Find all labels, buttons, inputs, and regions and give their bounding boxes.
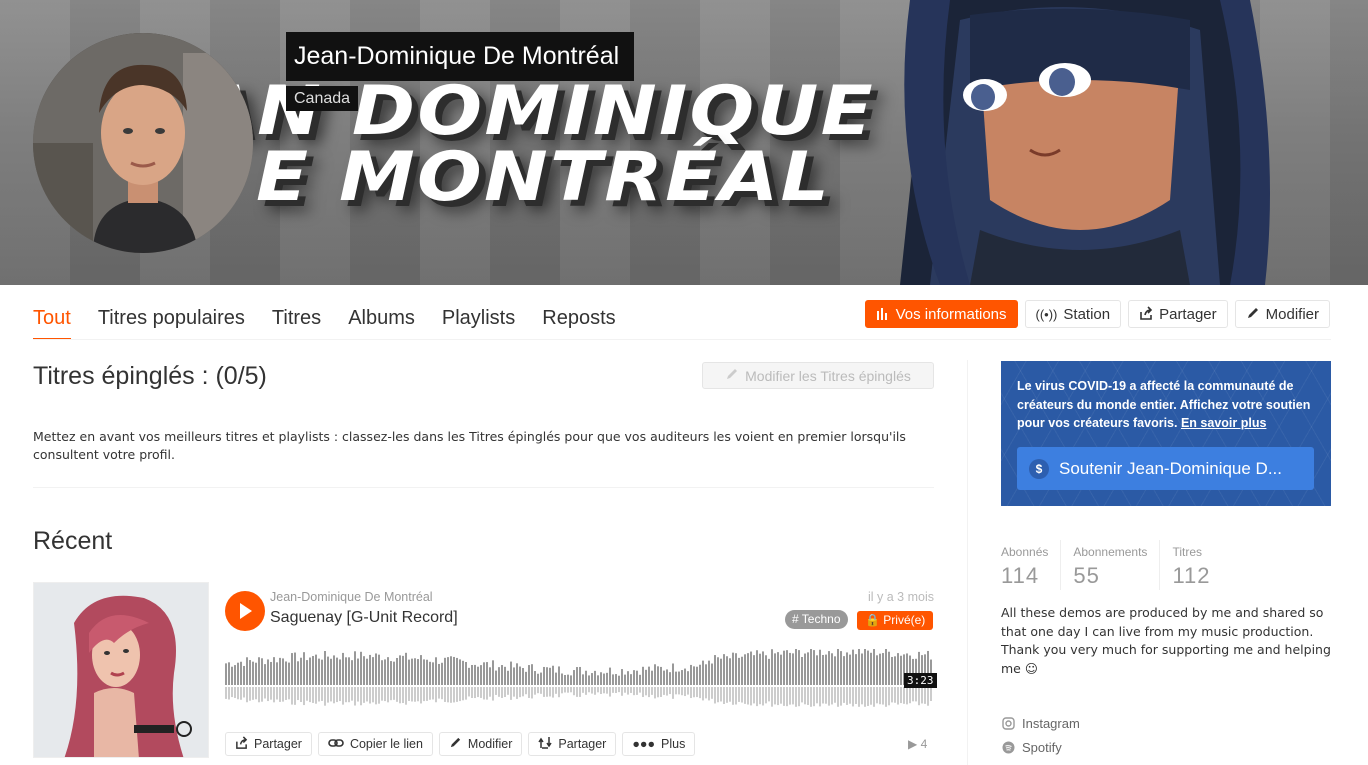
private-label: Privé(e) (883, 613, 926, 627)
dollar-icon: $ (1029, 458, 1049, 479)
insights-button[interactable]: Vos informations (864, 300, 1018, 328)
share-button[interactable]: Partager (1128, 300, 1228, 328)
copy-link-label: Copier le lien (349, 737, 423, 751)
edit-profile-button[interactable]: Modifier (1234, 300, 1330, 328)
stat-followers[interactable]: Abonnés 114 (1001, 540, 1062, 590)
learn-more-link[interactable]: En savoir plus (1181, 416, 1266, 430)
play-button[interactable] (225, 591, 265, 631)
repost-icon (538, 736, 553, 752)
tab-reposts[interactable]: Reposts (542, 300, 615, 340)
more-icon: ●●● (632, 737, 655, 751)
profile-avatar[interactable] (33, 33, 253, 253)
link-instagram[interactable]: Instagram (1002, 711, 1080, 735)
profile-banner: AN DOMINIQUE E MONTRÉAL Jean-Dominique D… (0, 0, 1368, 285)
track-waveform[interactable] (225, 641, 934, 709)
stat-value: 112 (1172, 563, 1211, 588)
track-title[interactable]: Saguenay [G-Unit Record] (270, 609, 458, 627)
insights-label: Vos informations (895, 305, 1007, 323)
track-share-label: Partager (254, 737, 302, 751)
link-spotify[interactable]: Spotify (1002, 735, 1080, 759)
tab-all[interactable]: Tout (33, 300, 71, 340)
stat-label: Titres (1172, 545, 1202, 559)
profile-username: Jean-Dominique De Montréal (286, 32, 635, 81)
track-duration: 3:23 (904, 673, 937, 688)
recent-title: Récent (33, 527, 113, 555)
covid-message: Le virus COVID-19 a affecté la communaut… (1017, 377, 1317, 433)
play-count-icon: ▶ (908, 737, 918, 751)
pencil-icon (1246, 306, 1260, 323)
section-divider (33, 487, 934, 488)
stat-label: Abonnés (1001, 545, 1049, 559)
profile-actions: Vos informations ((•)) Station Partager … (864, 300, 1330, 328)
tab-popular-tracks[interactable]: Titres populaires (98, 300, 245, 340)
pencil-icon (449, 736, 462, 752)
profile-stats: Abonnés 114 Abonnements 55 Titres 112 (1001, 540, 1235, 590)
more-button[interactable]: ●●● Plus (622, 732, 696, 756)
pinned-description: Mettez en avant vos meilleurs titres et … (33, 429, 906, 462)
lock-icon: 🔒 (865, 613, 880, 627)
genre-tag[interactable]: # Techno (785, 610, 848, 629)
edit-pinned-button[interactable]: Modifier les Titres épinglés (702, 362, 934, 389)
link-label: Instagram (1022, 715, 1080, 731)
pencil-icon (725, 367, 739, 384)
more-label: Plus (661, 737, 686, 751)
track-edit-button[interactable]: Modifier (438, 732, 523, 756)
broadcast-icon: ((•)) (1035, 306, 1058, 322)
copy-link-button[interactable]: Copier le lien (317, 732, 433, 756)
stat-tracks[interactable]: Titres 112 (1172, 540, 1222, 590)
tab-albums[interactable]: Albums (348, 300, 415, 340)
support-artist-button[interactable]: $ Soutenir Jean-Dominique D... (1017, 447, 1314, 490)
station-label: Station (1063, 305, 1111, 323)
social-links: Instagram Spotify (1002, 711, 1080, 759)
profile-bio: All these demos are produced by me and s… (1001, 605, 1331, 676)
track-artist[interactable]: Jean-Dominique De Montréal (270, 590, 433, 604)
stat-value: 114 (1001, 563, 1040, 588)
track-actions: Partager Copier le lien Modifier Partage… (225, 732, 696, 756)
stat-label: Abonnements (1073, 545, 1148, 559)
spotify-icon (1002, 741, 1015, 754)
stat-following[interactable]: Abonnements 55 (1073, 540, 1161, 590)
banner-illustration (900, 0, 1270, 285)
repost-button[interactable]: Partager (528, 732, 617, 756)
tab-playlists[interactable]: Playlists (442, 300, 515, 340)
play-count: ▶ 4 (908, 737, 927, 751)
private-badge: 🔒 Privé(e) (857, 611, 934, 630)
column-divider (967, 360, 968, 765)
repost-label: Partager (558, 737, 607, 751)
edit-label: Modifier (1265, 305, 1319, 323)
station-button[interactable]: ((•)) Station (1024, 300, 1122, 328)
banner-art-text-line2: E MONTRÉAL (256, 138, 832, 217)
play-icon (240, 603, 252, 619)
track-share-button[interactable]: Partager (225, 732, 312, 756)
play-count-value: 4 (920, 737, 928, 751)
share-label: Partager (1159, 305, 1217, 323)
edit-pinned-label: Modifier les Titres épinglés (745, 367, 911, 384)
support-artist-label: Soutenir Jean-Dominique D... (1059, 458, 1283, 478)
track-artwork[interactable] (33, 582, 209, 758)
pinned-tracks-title: Titres épinglés : (0/5) (33, 362, 267, 390)
track-edit-label: Modifier (467, 737, 513, 751)
share-icon (235, 736, 248, 752)
track-date: il y a 3 mois (868, 590, 934, 604)
stat-value: 55 (1073, 563, 1100, 588)
bar-chart-icon (876, 306, 890, 323)
tabs-divider (33, 339, 1331, 340)
profile-country: Canada (286, 86, 359, 111)
avatar-photo (33, 33, 253, 253)
instagram-icon (1002, 716, 1015, 730)
share-icon (1139, 305, 1153, 323)
covid-support-panel: Le virus COVID-19 a affecté la communaut… (1001, 361, 1331, 506)
profile-tabs: Tout Titres populaires Titres Albums Pla… (33, 300, 643, 340)
tab-tracks[interactable]: Titres (272, 300, 321, 340)
link-label: Spotify (1022, 739, 1062, 755)
link-icon (328, 737, 344, 751)
track-artwork-image (34, 583, 208, 757)
